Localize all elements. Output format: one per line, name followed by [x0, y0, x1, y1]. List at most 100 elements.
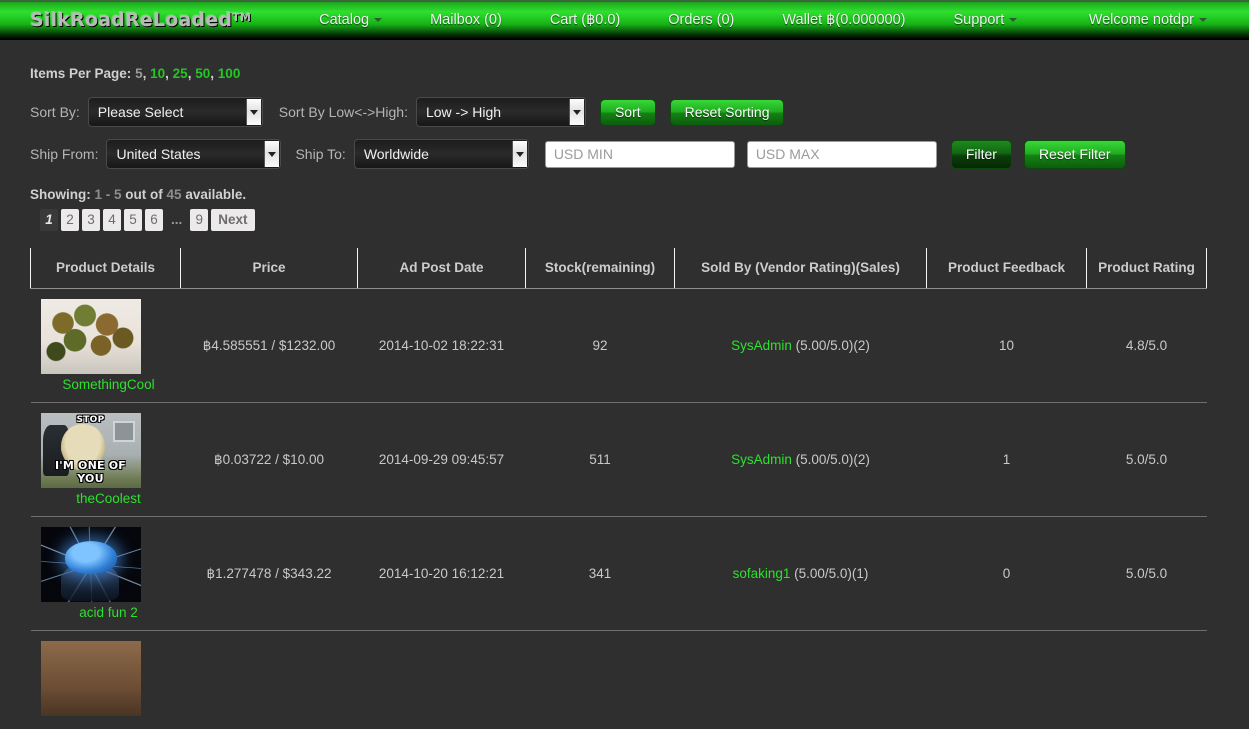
- column-header-sold-by[interactable]: Sold By (Vendor Rating)(Sales): [675, 248, 927, 289]
- ship-to-select-arrow[interactable]: [512, 141, 527, 167]
- vendor-link[interactable]: SysAdmin: [731, 338, 792, 353]
- product-thumbnail[interactable]: STOP I'M ONE OF YOU: [41, 413, 141, 488]
- user-menu-label: Welcome notdpr: [1089, 12, 1194, 28]
- nav-item-wallet[interactable]: Wallet ฿(0.000000): [770, 12, 917, 28]
- vendor-rating: (5.00/5.0)(2): [796, 338, 870, 353]
- pagination-page-9[interactable]: 9: [190, 209, 208, 231]
- sold-by-cell: SysAdmin (5.00/5.0)(2): [675, 403, 927, 517]
- nav-right: Welcome notdpr: [1065, 12, 1231, 28]
- chevron-down-icon: [1009, 18, 1017, 22]
- site-brand[interactable]: SilkRoadReLoadedTM: [30, 9, 251, 31]
- pagination: 1 2 3 4 5 6 ... 9 Next: [40, 209, 1249, 231]
- column-header-price[interactable]: Price: [181, 248, 358, 289]
- product-thumbnail[interactable]: [41, 527, 141, 602]
- sort-direction-select[interactable]: Low -> High: [416, 97, 586, 127]
- sort-by-select-value: Please Select: [89, 98, 262, 126]
- filter-controls-row: Ship From: United States Ship To: Worldw…: [30, 139, 1249, 169]
- ship-from-label: Ship From:: [30, 146, 98, 162]
- reset-sorting-button[interactable]: Reset Sorting: [670, 99, 785, 126]
- nav-item-support[interactable]: Support: [942, 12, 1030, 28]
- nav-item-mailbox[interactable]: Mailbox (0): [418, 12, 514, 28]
- vendor-link[interactable]: SysAdmin: [731, 452, 792, 467]
- filter-button[interactable]: Filter: [951, 140, 1012, 169]
- usd-max-input[interactable]: [747, 141, 937, 168]
- product-rating-cell: 5.0/5.0: [1087, 403, 1207, 517]
- sort-controls-row: Sort By: Please Select Sort By Low<->Hig…: [30, 97, 1249, 127]
- trademark-mark: TM: [232, 11, 251, 24]
- column-header-product-feedback[interactable]: Product Feedback: [927, 248, 1087, 289]
- pagination-page-4[interactable]: 4: [103, 209, 121, 231]
- comma-2: ,: [165, 66, 169, 81]
- pagination-page-6[interactable]: 6: [145, 209, 163, 231]
- items-per-page-option-100[interactable]: 100: [218, 66, 241, 81]
- showing-prefix: Showing:: [30, 187, 91, 202]
- showing-summary: Showing: 1 - 5 out of 45 available.: [30, 187, 1249, 202]
- items-per-page-option-25[interactable]: 25: [173, 66, 188, 81]
- caret-down-icon: [573, 110, 581, 115]
- showing-suffix: available.: [185, 187, 246, 202]
- sort-button[interactable]: Sort: [600, 99, 656, 126]
- stock-cell: 341: [526, 517, 675, 631]
- nav-item-orders[interactable]: Orders (0): [656, 12, 746, 28]
- comma-1: ,: [143, 66, 147, 81]
- chevron-down-icon: [1199, 18, 1207, 22]
- pagination-page-1[interactable]: 1: [40, 209, 58, 231]
- reset-filter-button[interactable]: Reset Filter: [1024, 140, 1126, 169]
- nav-item-catalog[interactable]: Catalog: [307, 12, 394, 28]
- pagination-next[interactable]: Next: [211, 209, 254, 231]
- product-name-link[interactable]: SomethingCool: [62, 377, 154, 392]
- product-table-header-row: Product Details Price Ad Post Date Stock…: [31, 248, 1207, 289]
- pagination-page-2[interactable]: 2: [61, 209, 79, 231]
- product-thumbnail[interactable]: [41, 299, 141, 374]
- nav-item-cart[interactable]: Cart (฿0.0): [538, 12, 632, 28]
- product-table-body: SomethingCool ฿4.585551 / $1232.00 2014-…: [31, 289, 1207, 729]
- items-per-page-option-50[interactable]: 50: [195, 66, 210, 81]
- stock-cell: [526, 631, 675, 729]
- ship-from-select-value: United States: [107, 140, 280, 168]
- product-details-cell: acid fun 2: [31, 517, 181, 631]
- ship-from-select[interactable]: United States: [106, 139, 281, 169]
- column-header-stock[interactable]: Stock(remaining): [526, 248, 675, 289]
- sold-by-cell: sofaking1 (5.00/5.0)(1): [675, 517, 927, 631]
- vendor-rating: (5.00/5.0)(2): [796, 452, 870, 467]
- price-cell: ฿0.03722 / $10.00: [181, 403, 358, 517]
- sold-by-cell: [675, 631, 927, 729]
- product-name-link[interactable]: theCoolest: [76, 491, 141, 506]
- main-content: Items Per Page: 5, 10, 25, 50, 100 Sort …: [0, 40, 1249, 729]
- thumbnail-caption-bottom: I'M ONE OF YOU: [41, 459, 141, 485]
- vendor-link[interactable]: sofaking1: [733, 566, 791, 581]
- product-feedback-cell: 1: [927, 403, 1087, 517]
- showing-total: 45: [167, 187, 182, 202]
- ship-from-select-arrow[interactable]: [264, 141, 279, 167]
- ship-to-select-value: Worldwide: [355, 140, 528, 168]
- ship-to-label: Ship To:: [295, 146, 345, 162]
- product-rating-cell: 4.8/5.0: [1087, 289, 1207, 403]
- table-row: SomethingCool ฿4.585551 / $1232.00 2014-…: [31, 289, 1207, 403]
- nav-items: Catalog Mailbox (0) Cart (฿0.0) Orders (…: [295, 12, 1041, 28]
- ship-to-select[interactable]: Worldwide: [354, 139, 529, 169]
- items-per-page-option-10[interactable]: 10: [150, 66, 165, 81]
- pagination-page-3[interactable]: 3: [82, 209, 100, 231]
- sold-by-cell: SysAdmin (5.00/5.0)(2): [675, 289, 927, 403]
- sort-by-select[interactable]: Please Select: [88, 97, 263, 127]
- column-header-product-details[interactable]: Product Details: [31, 248, 181, 289]
- product-table: Product Details Price Ad Post Date Stock…: [30, 248, 1207, 729]
- user-menu[interactable]: Welcome notdpr: [1077, 12, 1219, 28]
- caret-down-icon: [250, 110, 258, 115]
- pagination-page-5[interactable]: 5: [124, 209, 142, 231]
- product-feedback-cell: 0: [927, 517, 1087, 631]
- product-name-link[interactable]: acid fun 2: [79, 605, 138, 620]
- nav-item-support-label: Support: [954, 12, 1005, 28]
- sort-by-select-arrow[interactable]: [246, 99, 261, 125]
- sort-direction-select-arrow[interactable]: [569, 99, 584, 125]
- column-header-ad-post-date[interactable]: Ad Post Date: [358, 248, 526, 289]
- column-header-product-rating[interactable]: Product Rating: [1087, 248, 1207, 289]
- stock-cell: 92: [526, 289, 675, 403]
- ad-post-date-cell: 2014-09-29 09:45:57: [358, 403, 526, 517]
- table-row: STOP I'M ONE OF YOU theCoolest ฿0.03722 …: [31, 403, 1207, 517]
- product-thumbnail[interactable]: [41, 641, 141, 716]
- items-per-page-current[interactable]: 5: [135, 66, 143, 81]
- usd-min-input[interactable]: [545, 141, 735, 168]
- ad-post-date-cell: [358, 631, 526, 729]
- ad-post-date-cell: 2014-10-02 18:22:31: [358, 289, 526, 403]
